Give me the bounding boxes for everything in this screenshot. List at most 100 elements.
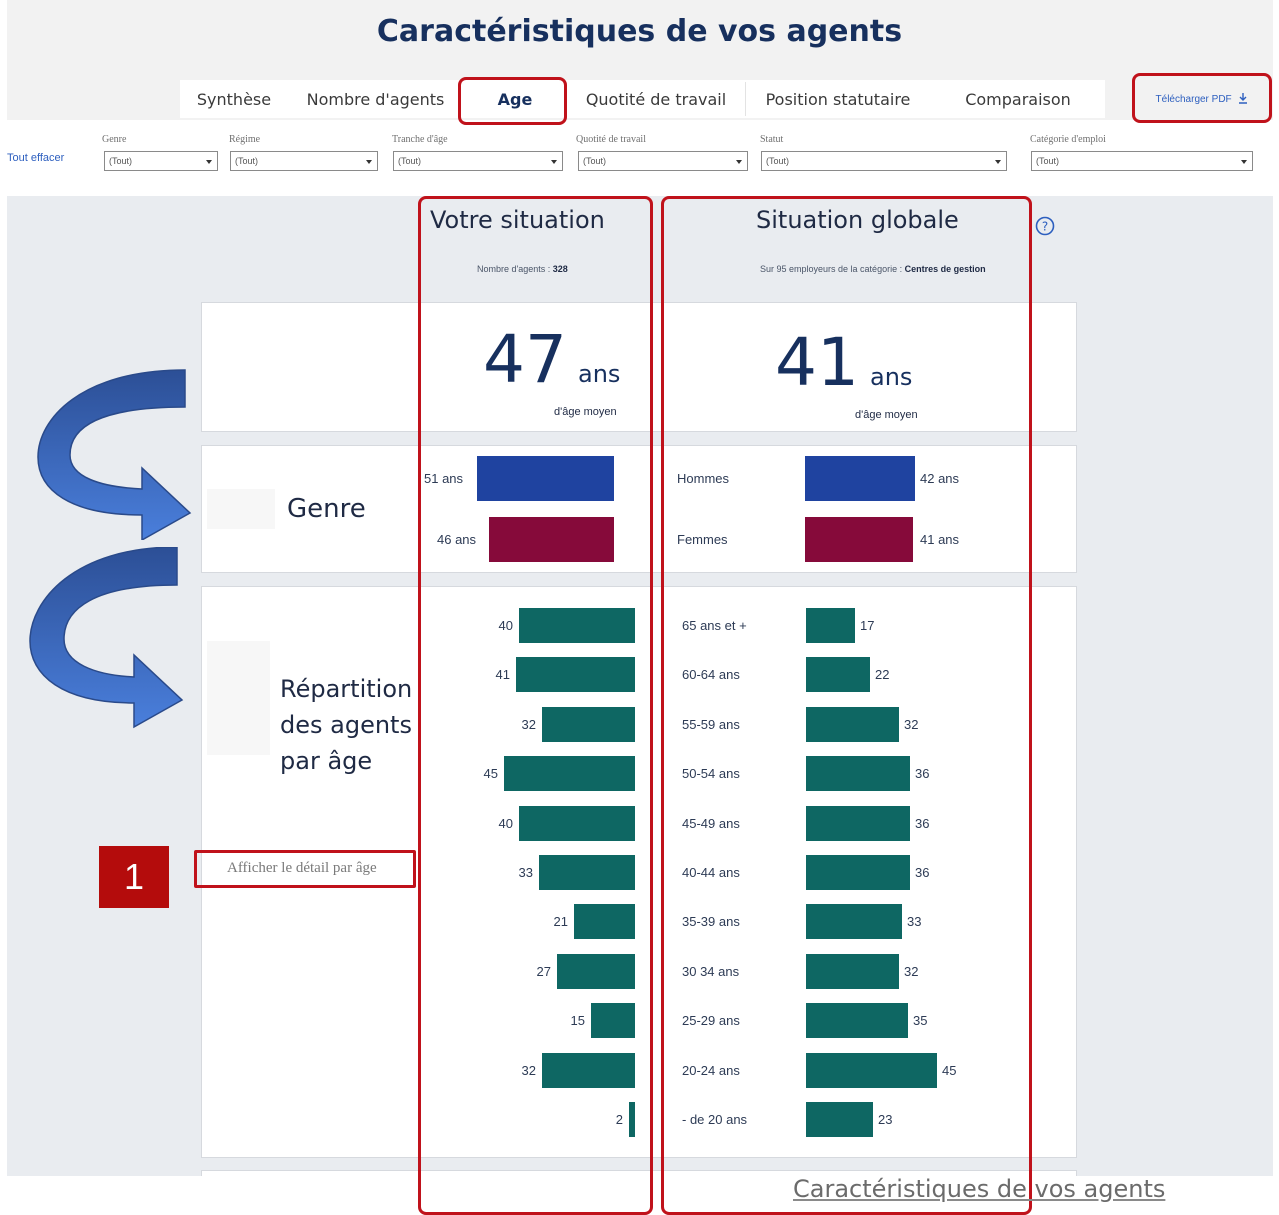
curved-arrow-icon (29, 547, 184, 729)
age-bar-global (806, 707, 899, 742)
age-value-global: 23 (878, 1112, 893, 1127)
age-value-global: 36 (915, 865, 930, 880)
curved-arrow-icon (37, 369, 192, 540)
average-age-global-caption: d'âge moyen (855, 409, 918, 421)
chevron-down-icon (1241, 160, 1247, 164)
age-bar-global (806, 756, 910, 791)
genre-bar-global-hommes (805, 456, 915, 501)
filter-select-statut[interactable]: (Tout) (761, 151, 1007, 171)
tab-nombre-agents[interactable]: Nombre d'agents (298, 80, 453, 118)
annotation-badge: 1 (99, 846, 169, 908)
filter-value: (Tout) (109, 156, 133, 166)
filter-select-quotite[interactable]: (Tout) (578, 151, 748, 171)
average-age-card (201, 302, 1077, 432)
age-category-label: 65 ans et + (682, 618, 747, 633)
tab-quotite[interactable]: Quotité de travail (576, 80, 736, 118)
age-bar-yours (542, 707, 635, 742)
age-category-label: 60-64 ans (682, 667, 740, 682)
tab-age[interactable]: Age (462, 80, 568, 118)
page-title: Caractéristiques de vos agents (376, 14, 903, 49)
age-value-yours: 27 (536, 964, 551, 979)
filter-value: (Tout) (766, 156, 790, 166)
agents-count-value: 328 (552, 264, 568, 274)
download-pdf-button[interactable]: Télécharger PDF (1140, 88, 1264, 112)
age-bar-yours (539, 855, 635, 890)
filter-value: (Tout) (1036, 156, 1060, 166)
age-bar-global (806, 904, 902, 939)
employers-count-label: Sur 95 employeurs de la catégorie : (760, 264, 905, 274)
age-value-yours: 21 (553, 914, 568, 929)
agents-count: Nombre d'agents : 328 (477, 264, 568, 274)
filter-label-regime: Régime (229, 134, 261, 145)
age-bar-global (806, 855, 910, 890)
chevron-down-icon (206, 160, 212, 164)
average-age-global: 41 (775, 324, 859, 401)
age-bar-global (806, 1003, 908, 1038)
age-category-label: 35-39 ans (682, 914, 740, 929)
age-bar-global (806, 954, 899, 989)
age-category-label: 30 34 ans (682, 964, 740, 979)
age-bar-yours (542, 1053, 635, 1088)
help-icon[interactable]: ? (1035, 216, 1055, 236)
average-age-global-unit: ans (870, 363, 913, 391)
age-value-global: 22 (875, 667, 890, 682)
filter-select-regime[interactable]: (Tout) (230, 151, 378, 171)
age-bar-yours (629, 1102, 635, 1137)
age-value-yours: 15 (570, 1013, 585, 1028)
filter-label-categorie: Catégorie d'emploi (1030, 134, 1106, 145)
filter-label-genre: Genre (102, 134, 127, 145)
genre-yours-label-femmes: 46 ans (437, 532, 477, 547)
tab-comparaison[interactable]: Comparaison (945, 80, 1091, 118)
filter-select-tranche[interactable]: (Tout) (393, 151, 563, 171)
employers-category: Centres de gestion (904, 264, 986, 274)
age-category-label: 45-49 ans (682, 816, 740, 831)
age-bar-yours (574, 904, 635, 939)
age-value-global: 45 (942, 1063, 957, 1078)
age-bar-yours (519, 806, 635, 841)
age-distribution-title-line1: Répartition (280, 675, 413, 703)
age-value-global: 36 (915, 766, 930, 781)
average-age-yours: 47 (483, 321, 567, 398)
age-bar-global (806, 1053, 937, 1088)
age-bar-global (806, 608, 855, 643)
filter-select-genre[interactable]: (Tout) (104, 151, 218, 171)
genre-category-hommes: Hommes (677, 471, 730, 486)
clear-all-link[interactable]: Tout effacer (7, 152, 64, 164)
age-category-label: - de 20 ans (682, 1112, 748, 1127)
filter-select-categorie[interactable]: (Tout) (1031, 151, 1253, 171)
age-bar-yours (591, 1003, 635, 1038)
age-value-global: 32 (904, 964, 919, 979)
age-category-label: 25-29 ans (682, 1013, 740, 1028)
genre-bar-yours-hommes (477, 456, 614, 501)
age-distribution-title-line3: par âge (280, 747, 373, 775)
tab-synthese[interactable]: Synthèse (188, 80, 280, 118)
chevron-down-icon (995, 160, 1001, 164)
employers-count: Sur 95 employeurs de la catégorie : Cent… (760, 264, 986, 274)
age-value-global: 35 (913, 1013, 928, 1028)
age-value-global: 17 (860, 618, 875, 633)
genre-global-label-femmes: 41 ans (920, 532, 960, 547)
age-bar-yours (504, 756, 635, 791)
age-value-yours: 2 (615, 1112, 623, 1127)
filter-label-quotite: Quotité de travail (576, 134, 646, 145)
tab-position-statutaire[interactable]: Position statutaire (752, 80, 924, 118)
footer-title-link[interactable]: Caractéristiques de vos agents (793, 1175, 1165, 1203)
age-value-global: 33 (907, 914, 922, 929)
filter-value: (Tout) (398, 156, 422, 166)
show-age-detail-link[interactable]: Afficher le détail par âge (227, 860, 377, 877)
age-value-global: 32 (904, 717, 919, 732)
download-pdf-label: Télécharger PDF (1155, 94, 1232, 105)
filter-value: (Tout) (235, 156, 259, 166)
age-value-yours: 32 (521, 1063, 536, 1078)
age-value-yours: 40 (498, 816, 513, 831)
filter-value: (Tout) (583, 156, 607, 166)
placeholder-box (207, 489, 275, 529)
genre-category-femmes: Femmes (677, 532, 728, 547)
genre-global-label-hommes: 42 ans (920, 471, 960, 486)
age-value-global: 36 (915, 816, 930, 831)
column-title-global: Situation globale (756, 206, 959, 234)
age-bar-global (806, 1102, 873, 1137)
age-distribution-title-line2: des agents (280, 711, 412, 739)
age-bar-global (806, 657, 870, 692)
age-value-yours: 45 (483, 766, 498, 781)
